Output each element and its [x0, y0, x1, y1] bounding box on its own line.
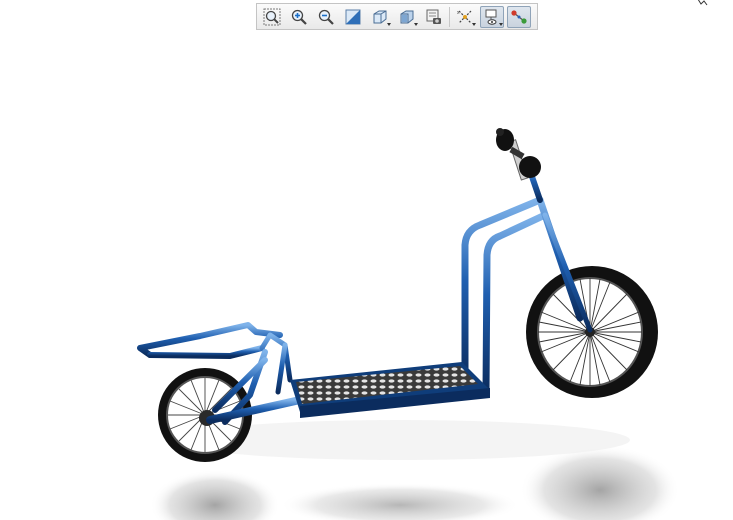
scooter-deck [290, 362, 490, 418]
model-graphics-area [137, 128, 680, 520]
graphics-viewport[interactable]: x [0, 0, 733, 520]
front-wheel [526, 266, 658, 398]
handlebar [496, 128, 541, 181]
